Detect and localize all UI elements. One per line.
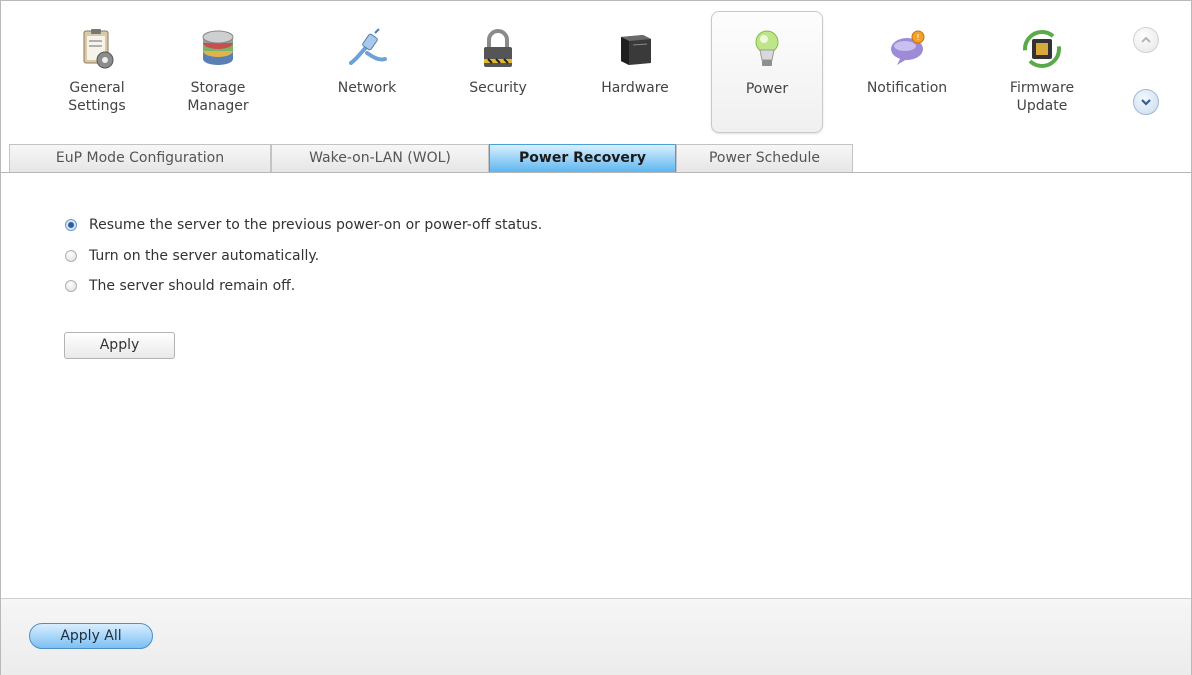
toolbar-scroll-up-button[interactable]	[1133, 27, 1159, 53]
chevron-up-icon	[1141, 36, 1151, 43]
apply-all-button[interactable]: Apply All	[29, 623, 153, 649]
server-box-icon	[621, 35, 651, 65]
toolbar-network[interactable]: Network	[311, 11, 423, 133]
toolbar-general-settings[interactable]: General Settings	[41, 11, 153, 133]
tab-eup-mode-configuration[interactable]: EuP Mode Configuration	[9, 144, 271, 172]
footer-bar: Apply All	[1, 598, 1191, 675]
toolbar-label: Network	[337, 80, 397, 96]
radio-button[interactable]	[65, 280, 77, 292]
toolbar-power[interactable]: Power	[711, 11, 823, 133]
radio-button[interactable]	[65, 250, 77, 262]
power-tab-bar: EuP Mode Configuration Wake-on-LAN (WOL)…	[1, 141, 1191, 173]
padlock-icon	[484, 29, 512, 67]
option-label: The server should remain off.	[89, 278, 296, 294]
tab-wake-on-lan[interactable]: Wake-on-LAN (WOL)	[271, 144, 489, 172]
toolbar-label: Power	[745, 81, 789, 97]
toolbar-label: Notification	[866, 80, 948, 96]
tab-power-recovery[interactable]: Power Recovery	[489, 144, 676, 172]
toolbar-scroll-down-button[interactable]	[1133, 89, 1159, 115]
option-label: Turn on the server automatically.	[89, 248, 320, 264]
radio-button[interactable]	[65, 219, 77, 231]
network-plug-icon	[349, 28, 387, 65]
speech-bubble-icon: !	[891, 30, 925, 65]
toolbar-label: Security	[469, 80, 527, 96]
toolbar-storage-manager[interactable]: Storage Manager	[162, 11, 274, 133]
power-recovery-panel: Resume the server to the previous power-…	[1, 173, 1191, 598]
chip-update-icon	[1023, 30, 1061, 68]
svg-text:!: !	[916, 33, 919, 42]
chevron-down-icon	[1141, 99, 1151, 106]
tab-power-schedule[interactable]: Power Schedule	[676, 144, 853, 172]
apply-button[interactable]: Apply	[64, 332, 175, 359]
toolbar-label: Firmware Update	[1009, 80, 1075, 114]
control-panel-window: General Settings Storage Manager Network…	[0, 0, 1192, 675]
light-bulb-icon	[755, 30, 779, 66]
toolbar-label: Storage Manager	[187, 80, 249, 114]
disk-stack-icon	[202, 30, 234, 65]
toolbar-notification[interactable]: ! Notification	[851, 11, 963, 133]
toolbar-label: General Settings	[68, 80, 126, 114]
toolbar-firmware-update[interactable]: Firmware Update	[986, 11, 1098, 133]
option-label: Resume the server to the previous power-…	[89, 217, 543, 233]
toolbar-label: Hardware	[601, 80, 669, 96]
clipboard-gear-icon	[83, 29, 114, 69]
toolbar-security[interactable]: Security	[442, 11, 554, 133]
settings-toolbar: General Settings Storage Manager Network…	[1, 1, 1191, 141]
toolbar-hardware[interactable]: Hardware	[579, 11, 691, 133]
